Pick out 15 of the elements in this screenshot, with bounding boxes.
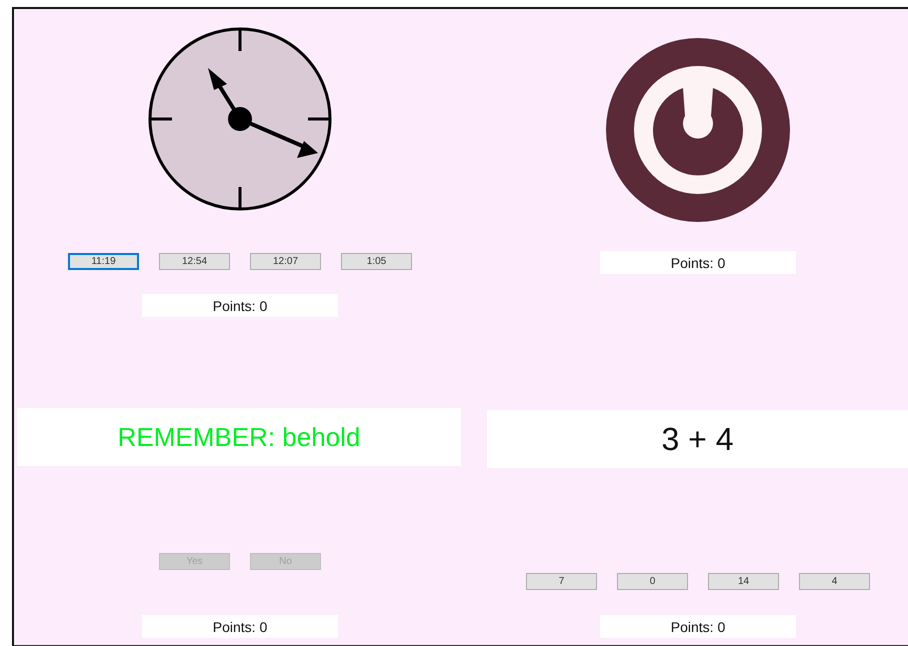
points-label: Points: 0: [142, 615, 338, 638]
answer-button[interactable]: 1:05: [341, 253, 412, 270]
points-label: Points: 0: [600, 251, 796, 274]
math-prompt: 3 + 4: [487, 410, 908, 468]
answer-button[interactable]: 12:07: [250, 253, 321, 270]
answer-button[interactable]: 7: [526, 573, 597, 590]
answer-button[interactable]: 11:19: [68, 253, 139, 270]
answer-button[interactable]: 14: [708, 573, 779, 590]
answer-button[interactable]: 4: [799, 573, 870, 590]
answer-button[interactable]: 12:54: [159, 253, 230, 270]
answer-button[interactable]: 0: [617, 573, 688, 590]
memory-prompt: REMEMBER: behold: [17, 408, 461, 466]
points-label: Points: 0: [142, 294, 338, 317]
power-icon: [606, 38, 790, 222]
points-label: Points: 0: [600, 615, 796, 638]
